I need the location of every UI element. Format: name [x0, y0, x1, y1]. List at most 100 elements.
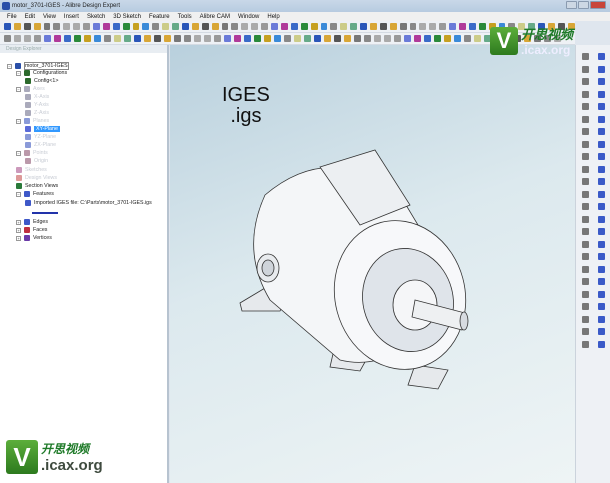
- motor-model[interactable]: [170, 45, 575, 483]
- tree-node[interactable]: − Features: [16, 191, 54, 197]
- menu-edit[interactable]: Edit: [25, 14, 35, 20]
- sketch-tool-icon[interactable]: [598, 53, 605, 60]
- sketch-tool-icon[interactable]: [582, 240, 589, 248]
- toolbar-button-icon[interactable]: [444, 35, 451, 42]
- sketch-tool-icon[interactable]: [598, 128, 605, 135]
- toolbar-button-icon[interactable]: [214, 35, 221, 42]
- menu-tools[interactable]: Tools: [178, 14, 192, 20]
- toolbar-button-icon[interactable]: [374, 35, 381, 42]
- tree-node[interactable]: Section Views: [16, 183, 58, 189]
- sketch-tool-icon[interactable]: [582, 103, 589, 110]
- tree-node[interactable]: − motor_3701-IGES: [7, 62, 69, 70]
- sketch-tool-icon[interactable]: [582, 165, 589, 173]
- tree-node[interactable]: − Points: [16, 150, 48, 156]
- sketch-tool-icon[interactable]: [582, 140, 589, 148]
- tree-node[interactable]: + Vertices: [16, 235, 52, 241]
- sketch-tool-icon[interactable]: [598, 340, 605, 348]
- toolbar-button-icon[interactable]: [449, 23, 456, 30]
- expand-toggle[interactable]: −: [16, 70, 21, 76]
- sketch-tool-icon[interactable]: [598, 153, 605, 160]
- sketch-tool-icon[interactable]: [598, 78, 605, 85]
- expand-toggle[interactable]: −: [16, 118, 21, 124]
- menu-sketch[interactable]: Sketch: [87, 14, 105, 20]
- toolbar-button-icon[interactable]: [344, 35, 351, 42]
- tree-node[interactable]: Origin: [25, 158, 48, 164]
- sketch-tool-icon[interactable]: [582, 178, 589, 185]
- sketch-tool-icon[interactable]: [582, 115, 589, 123]
- toolbar-button-icon[interactable]: [54, 35, 61, 42]
- expand-toggle[interactable]: +: [16, 227, 21, 233]
- toolbar-button-icon[interactable]: [122, 23, 130, 30]
- close-button[interactable]: [590, 1, 606, 9]
- expand-toggle[interactable]: −: [16, 191, 21, 197]
- toolbar-button-icon[interactable]: [231, 23, 239, 30]
- toolbar-button-icon[interactable]: [419, 23, 427, 30]
- toolbar-button-icon[interactable]: [294, 35, 301, 42]
- sketch-tool-icon[interactable]: [598, 240, 605, 248]
- toolbar-button-icon[interactable]: [4, 23, 11, 30]
- toolbar-button-icon[interactable]: [474, 35, 481, 42]
- toolbar-button-icon[interactable]: [394, 35, 401, 42]
- toolbar-button-icon[interactable]: [290, 23, 298, 30]
- toolbar-button-icon[interactable]: [389, 23, 397, 30]
- toolbar-button-icon[interactable]: [24, 35, 31, 42]
- minimize-button[interactable]: [566, 1, 577, 9]
- sketch-tool-icon[interactable]: [582, 315, 589, 323]
- toolbar-button-icon[interactable]: [464, 35, 471, 42]
- sketch-tool-icon[interactable]: [598, 140, 605, 148]
- toolbar-button-icon[interactable]: [340, 23, 348, 30]
- toolbar-button-icon[interactable]: [310, 23, 318, 30]
- toolbar-button-icon[interactable]: [94, 35, 101, 42]
- sketch-tool-icon[interactable]: [598, 90, 605, 98]
- sketch-tool-icon[interactable]: [598, 178, 605, 185]
- toolbar-button-icon[interactable]: [399, 23, 407, 30]
- toolbar-button-icon[interactable]: [4, 35, 11, 42]
- toolbar-button-icon[interactable]: [409, 23, 417, 30]
- sketch-tool-icon[interactable]: [582, 340, 589, 348]
- toolbar-button-icon[interactable]: [112, 23, 120, 30]
- toolbar-button-icon[interactable]: [454, 35, 461, 42]
- sketch-tool-icon[interactable]: [598, 215, 605, 223]
- toolbar-button-icon[interactable]: [439, 23, 447, 30]
- tree-node[interactable]: XY-Plane: [25, 126, 60, 132]
- tree-node[interactable]: YZ-Plane: [25, 134, 56, 140]
- toolbar-button-icon[interactable]: [154, 35, 161, 42]
- tree-node[interactable]: ZX-Plane: [25, 142, 56, 148]
- toolbar-button-icon[interactable]: [83, 23, 91, 30]
- toolbar-button-icon[interactable]: [134, 35, 141, 42]
- toolbar-button-icon[interactable]: [360, 23, 367, 30]
- toolbar-button-icon[interactable]: [33, 23, 41, 30]
- toolbar-button-icon[interactable]: [13, 23, 21, 30]
- toolbar-button-icon[interactable]: [162, 23, 170, 30]
- tree-node[interactable]: + Edges: [16, 219, 48, 225]
- toolbar-button-icon[interactable]: [194, 35, 201, 42]
- sketch-tool-icon[interactable]: [598, 328, 605, 335]
- toolbar-button-icon[interactable]: [152, 23, 160, 30]
- menu-alibre-cam[interactable]: Alibre CAM: [200, 14, 230, 20]
- menu-help[interactable]: Help: [267, 14, 279, 20]
- menu-window[interactable]: Window: [238, 14, 259, 20]
- toolbar-button-icon[interactable]: [43, 23, 51, 30]
- sketch-tool-icon[interactable]: [582, 328, 589, 335]
- toolbar-button-icon[interactable]: [184, 35, 191, 42]
- toolbar-button-icon[interactable]: [211, 23, 219, 30]
- toolbar-button-icon[interactable]: [174, 35, 181, 42]
- toolbar-button-icon[interactable]: [458, 23, 466, 30]
- toolbar-button-icon[interactable]: [429, 23, 437, 30]
- sketch-tool-icon[interactable]: [598, 65, 605, 73]
- sketch-tool-icon[interactable]: [598, 290, 605, 298]
- toolbar-button-icon[interactable]: [364, 35, 371, 42]
- menu-insert[interactable]: Insert: [64, 14, 79, 20]
- sketch-tool-icon[interactable]: [598, 228, 605, 235]
- toolbar-button-icon[interactable]: [379, 23, 387, 30]
- toolbar-button-icon[interactable]: [204, 35, 211, 42]
- menu-view[interactable]: View: [43, 14, 56, 20]
- toolbar-button-icon[interactable]: [102, 23, 110, 30]
- tree-node[interactable]: − Planes: [16, 118, 49, 124]
- toolbar-button-icon[interactable]: [264, 35, 271, 42]
- expand-toggle[interactable]: −: [16, 150, 21, 156]
- sketch-tool-icon[interactable]: [598, 278, 605, 285]
- sketch-tool-icon[interactable]: [582, 90, 589, 98]
- toolbar-button-icon[interactable]: [84, 35, 91, 42]
- sketch-tool-icon[interactable]: [582, 128, 589, 135]
